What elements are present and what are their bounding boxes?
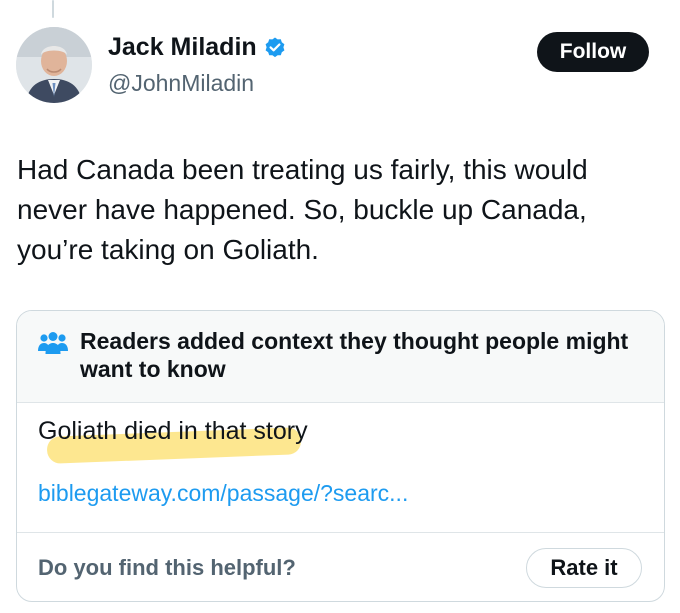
follow-button[interactable]: Follow — [537, 32, 649, 72]
tweet-text: Had Canada been treating us fairly, this… — [17, 154, 588, 265]
divider — [17, 532, 664, 533]
author-handle[interactable]: @JohnMiladin — [108, 70, 254, 97]
community-note-header: Readers added context they thought peopl… — [17, 311, 664, 403]
author-row: Jack Miladin — [108, 33, 287, 62]
rate-it-button[interactable]: Rate it — [526, 548, 642, 588]
source-link[interactable]: biblegateway.com/passage/?searc... — [38, 480, 408, 507]
thread-line — [52, 0, 54, 18]
people-group-icon — [38, 332, 68, 354]
community-note-body: Goliath died in that story — [38, 417, 308, 445]
avatar[interactable] — [16, 27, 92, 103]
helpful-question: Do you find this helpful? — [38, 555, 296, 580]
community-note: Readers added context they thought peopl… — [16, 310, 665, 602]
author-name[interactable]: Jack Miladin — [108, 33, 257, 62]
verified-badge-icon — [265, 37, 285, 57]
community-note-title: Readers added context they thought peopl… — [80, 328, 629, 382]
